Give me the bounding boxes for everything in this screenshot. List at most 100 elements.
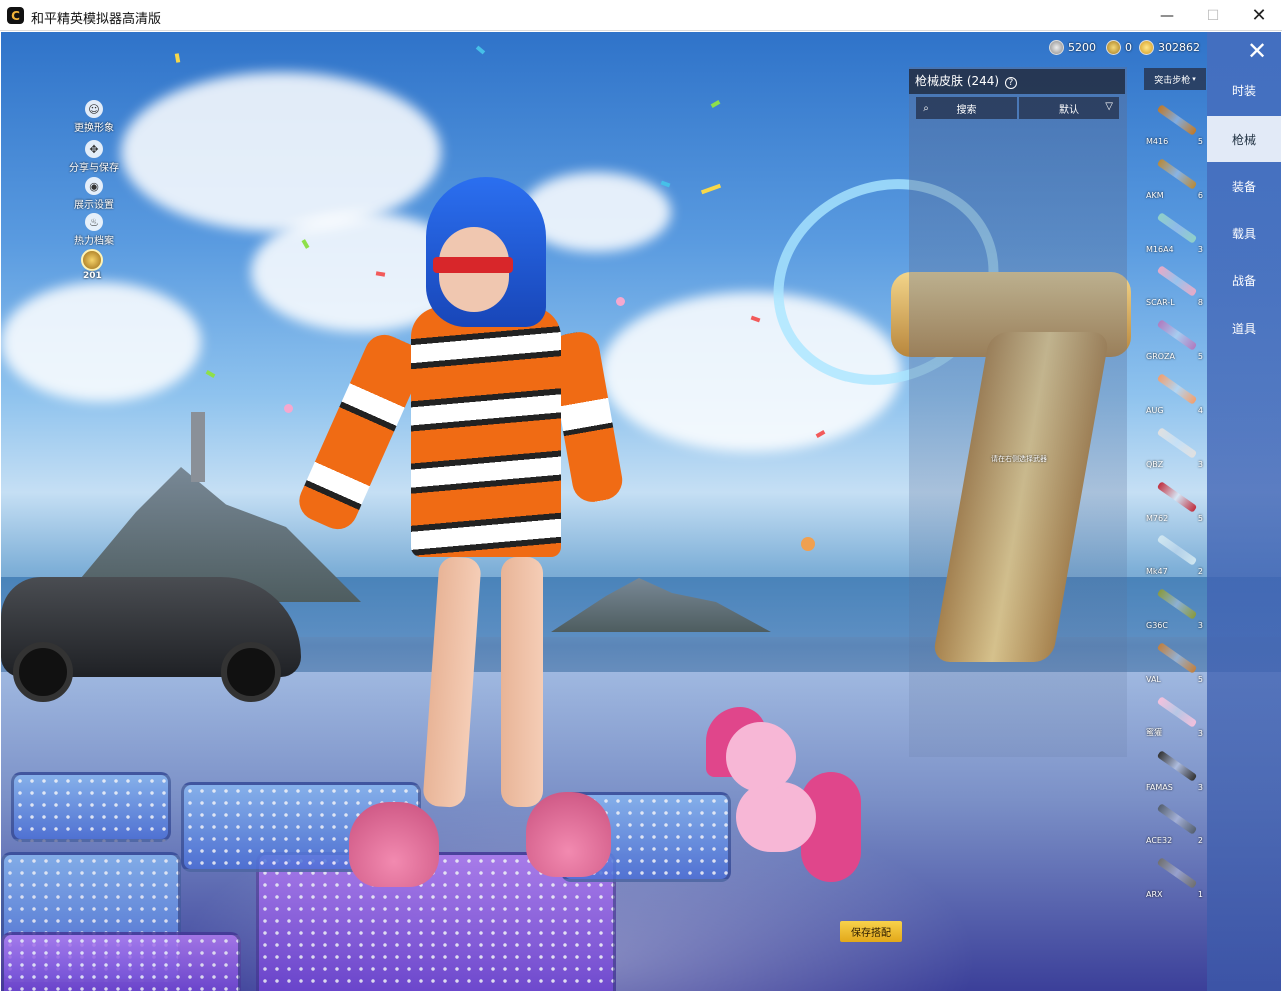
gun-icon xyxy=(1156,749,1198,782)
confetti xyxy=(801,537,815,551)
character-slipper-left xyxy=(349,802,439,887)
heat-archive-button[interactable]: ♨ 热力档案 xyxy=(59,213,129,247)
panel-title: 枪械皮肤 (244) xyxy=(915,74,1000,88)
flame-icon: ♨ xyxy=(85,213,103,231)
weapon-item[interactable]: FAMAS 3 xyxy=(1143,740,1207,794)
weapon-category-dropdown[interactable]: 突击步枪 ▾ xyxy=(1144,68,1206,90)
weapon-item[interactable]: AKM 6 xyxy=(1143,148,1207,202)
gun-icon xyxy=(1156,426,1198,459)
change-appearance-button[interactable]: ☺ 更换形象 xyxy=(59,100,129,134)
window-titlebar: C 和平精英模拟器高清版 — ☐ ✕ xyxy=(0,0,1282,31)
weapon-name: AKM xyxy=(1146,190,1164,200)
silver-amount: 5200 xyxy=(1068,41,1096,54)
weapon-item[interactable]: Mk47 2 xyxy=(1143,524,1207,578)
gold-amount: 302862 xyxy=(1158,41,1200,54)
cloud xyxy=(1,282,201,402)
weapon-name: AUG xyxy=(1146,406,1164,415)
weapon-name: M16A4 xyxy=(1146,244,1174,254)
search-label: 搜索 xyxy=(956,104,977,116)
game-viewport[interactable]: ☺ 更换形象 ✥ 分享与保存 ◉ 展示设置 ♨ 热力档案 201 5200 0 … xyxy=(1,32,1281,991)
confetti xyxy=(205,370,216,378)
weapon-item[interactable]: 蜜獾 3 xyxy=(1143,686,1207,740)
level-badge[interactable]: 201 xyxy=(79,249,107,281)
weapon-name: M762 xyxy=(1146,513,1169,523)
window-title: 和平精英模拟器高清版 xyxy=(31,12,162,27)
gun-icon xyxy=(1156,211,1198,244)
tab-items[interactable]: 道具 xyxy=(1207,305,1281,351)
gun-icon xyxy=(1156,857,1198,890)
close-window-button[interactable]: ✕ xyxy=(1236,0,1282,31)
search-box[interactable]: ⌕ 搜索 xyxy=(916,97,1017,119)
weapon-skin-count: 3 xyxy=(1197,621,1203,631)
gun-icon xyxy=(1156,534,1198,567)
character-outfit xyxy=(411,307,561,557)
save-outfit-button[interactable]: 保存搭配 xyxy=(840,921,902,942)
gun-icon xyxy=(1156,265,1198,298)
weapon-item[interactable]: QBZ 3 xyxy=(1143,417,1207,471)
menu-label: 分享与保存 xyxy=(69,163,119,174)
character-leg-right xyxy=(501,557,543,807)
currency-gold: 302862 xyxy=(1139,40,1200,55)
weapon-item[interactable]: M16A4 3 xyxy=(1143,202,1207,256)
pony-body xyxy=(736,782,816,852)
weapon-skin-panel xyxy=(909,67,1127,757)
gun-icon xyxy=(1156,642,1198,674)
weapon-item[interactable]: M762 5 xyxy=(1143,471,1207,525)
weapon-item[interactable]: M416 5 xyxy=(1143,94,1207,148)
cloud xyxy=(121,72,441,232)
weapon-skin-count: 5 xyxy=(1197,513,1203,523)
confetti xyxy=(710,100,721,108)
tab-guns[interactable]: 枪械 xyxy=(1207,116,1281,162)
share-save-button[interactable]: ✥ 分享与保存 xyxy=(59,140,129,174)
maximize-button[interactable]: ☐ xyxy=(1190,0,1236,31)
weapon-skin-count: 3 xyxy=(1197,244,1203,254)
sort-label: 默认 xyxy=(1059,104,1079,116)
gun-icon xyxy=(1156,373,1198,405)
share-icon: ✥ xyxy=(85,140,103,158)
weapon-skin-count: 1 xyxy=(1197,890,1203,900)
currency-tokens: 0 xyxy=(1106,40,1132,55)
weapon-skin-count: 3 xyxy=(1197,728,1203,738)
weapon-name: ACE32 xyxy=(1146,836,1173,846)
confetti xyxy=(616,297,625,306)
weapon-skin-count: 8 xyxy=(1197,298,1203,308)
weapon-item[interactable]: VAL 5 xyxy=(1143,632,1207,686)
weapon-name: SCAR-L xyxy=(1146,298,1175,308)
weapon-item[interactable]: ACE32 2 xyxy=(1143,793,1207,847)
search-icon: ⌕ xyxy=(923,102,929,114)
person-icon: ☺ xyxy=(85,100,103,118)
tab-equipment[interactable]: 装备 xyxy=(1207,163,1281,209)
weapon-skin-count: 2 xyxy=(1197,567,1203,577)
select-weapon-hint: 请在右侧选择武器 xyxy=(991,455,1047,463)
confetti xyxy=(475,45,486,55)
tab-battle-gear[interactable]: 战备 xyxy=(1207,257,1281,303)
panel-header: 枪械皮肤 (244) ? xyxy=(909,69,1125,94)
chevron-down-icon: ▽ xyxy=(1105,101,1113,112)
weapon-item[interactable]: GROZA 5 xyxy=(1143,309,1207,363)
weapon-skin-count: 3 xyxy=(1197,459,1203,469)
floor-tile xyxy=(1,932,241,991)
weapon-item[interactable]: SCAR-L 8 xyxy=(1143,255,1207,309)
minimize-button[interactable]: — xyxy=(1144,0,1190,31)
tab-vehicles[interactable]: 载具 xyxy=(1207,210,1281,256)
weapon-skin-count: 3 xyxy=(1197,782,1203,792)
confetti xyxy=(700,183,722,195)
close-icon[interactable]: ✕ xyxy=(1244,38,1270,64)
weapon-item[interactable]: AUG 4 xyxy=(1143,363,1207,417)
floor-tile xyxy=(11,772,171,842)
display-settings-button[interactable]: ◉ 展示设置 xyxy=(59,177,129,211)
right-tab-bar: 时装 枪械 装备 载具 战备 道具 xyxy=(1207,32,1281,991)
tab-fashion[interactable]: 时装 xyxy=(1207,67,1281,113)
app-icon: C xyxy=(7,7,24,24)
weapon-skin-count: 5 xyxy=(1197,675,1203,684)
weapon-name: G36C xyxy=(1146,621,1168,631)
help-icon[interactable]: ? xyxy=(1004,77,1017,89)
confetti xyxy=(284,404,293,413)
gun-icon xyxy=(1156,104,1198,136)
gun-icon xyxy=(1156,588,1198,621)
weapon-name: Mk47 xyxy=(1146,567,1168,577)
sort-dropdown[interactable]: 默认 ▽ xyxy=(1019,97,1119,119)
weapon-item[interactable]: G36C 3 xyxy=(1143,578,1207,632)
gun-icon xyxy=(1156,803,1198,836)
weapon-item[interactable]: ARX 1 xyxy=(1143,847,1207,901)
